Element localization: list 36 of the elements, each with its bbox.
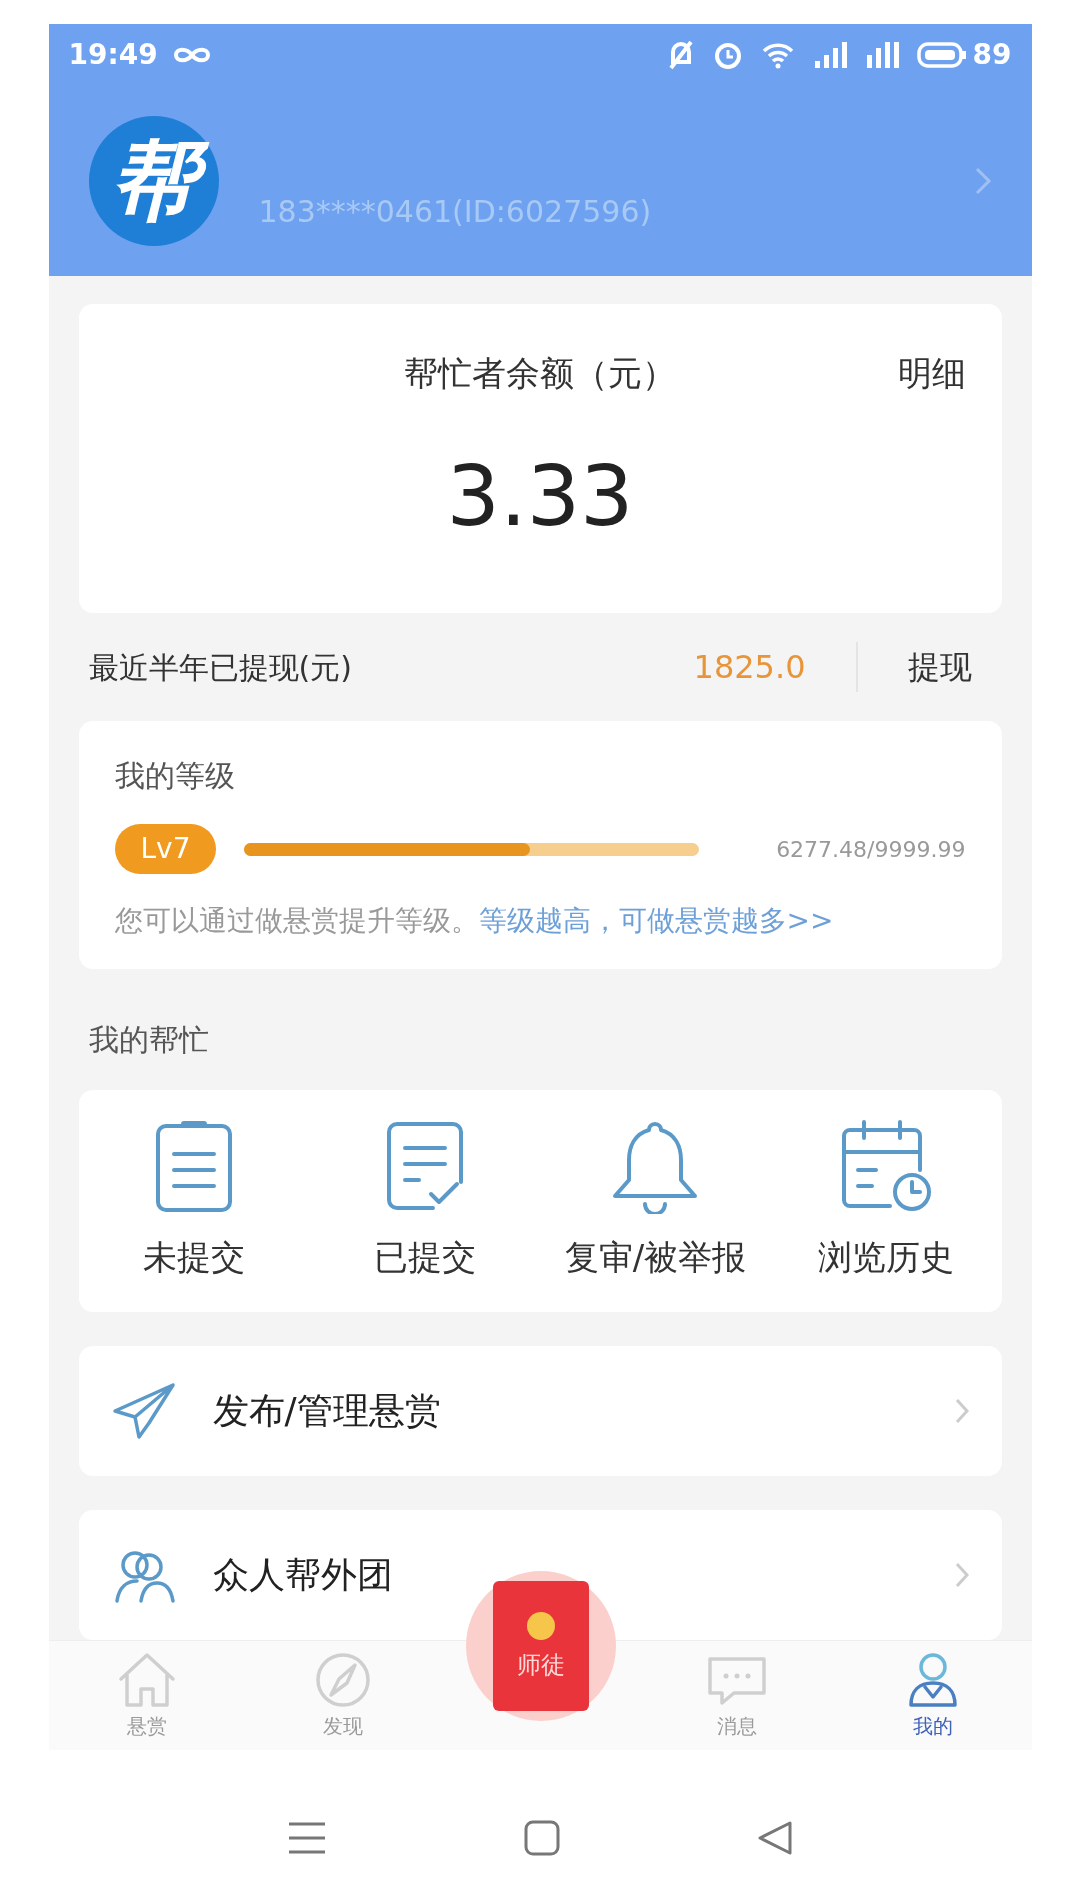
level-points: 6277.48/9999.99 <box>776 835 966 864</box>
chevron-right-icon <box>953 1397 970 1425</box>
battery-icon <box>916 41 967 69</box>
back-triangle-icon[interactable] <box>757 1820 793 1856</box>
balance-label: 帮忙者余额（元） <box>403 352 677 395</box>
chevron-right-icon <box>953 1561 970 1589</box>
level-title: 我的等级 <box>114 757 236 796</box>
section-title: 我的帮忙 <box>88 1020 210 1059</box>
paper-plane-icon <box>110 1381 177 1441</box>
account-id: 183****0461(ID:6027596) <box>258 192 652 231</box>
alarm-clock-icon <box>712 40 743 70</box>
withdraw-button[interactable]: 提现 <box>907 643 972 692</box>
level-hint: 您可以通过做悬赏提升等级。 <box>114 904 479 938</box>
envelope-label: 师徒 <box>516 1650 565 1681</box>
withdrawn-amount: 1825.0 <box>693 647 806 689</box>
shortcut-button[interactable]: 复审/被举报 <box>540 1118 771 1284</box>
menu-row[interactable]: 众人帮外团 <box>78 1510 1002 1640</box>
details-link[interactable]: 明细 <box>765 348 966 399</box>
app-logo: 帮 <box>88 116 219 246</box>
shortcut-button[interactable]: 浏览历史 <box>770 1118 1002 1284</box>
shortcut-button[interactable]: 未提交 <box>78 1118 310 1284</box>
nav-tab[interactable]: 我的 <box>834 1650 1032 1741</box>
coin-icon <box>525 1611 556 1641</box>
battery-level: 89 <box>972 37 1012 73</box>
status-time: 19:49 <box>68 37 158 73</box>
infinity-icon <box>171 45 212 65</box>
home-square-icon[interactable] <box>524 1820 560 1856</box>
menu-row[interactable]: 发布/管理悬赏 <box>78 1346 1002 1476</box>
signal-icon <box>864 41 899 69</box>
wifi-icon <box>760 41 795 69</box>
shortcut-button[interactable]: 已提交 <box>309 1118 540 1284</box>
level-badge: Lv7 <box>114 824 217 875</box>
balance-amount: 3.33 <box>446 446 634 547</box>
signal-icon <box>812 41 847 69</box>
withdrawn-label: 最近半年已提现(元) <box>88 648 352 687</box>
menu-icon[interactable] <box>287 1820 327 1856</box>
